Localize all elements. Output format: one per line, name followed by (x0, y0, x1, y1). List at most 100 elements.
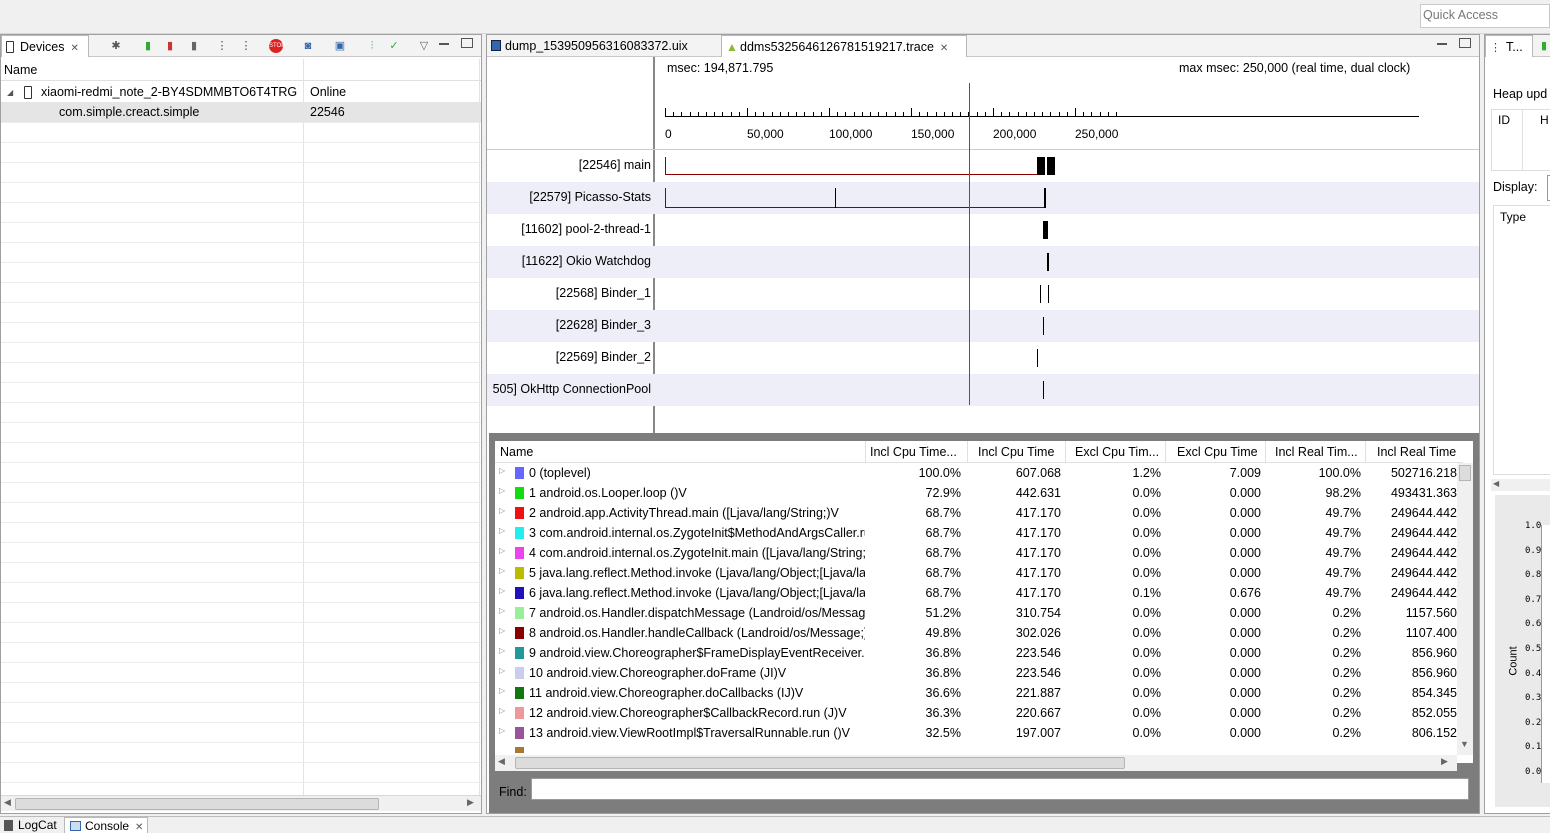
time-cursor[interactable] (969, 83, 970, 405)
scrollbar-thumb[interactable] (515, 757, 1125, 769)
column-id[interactable]: ID (1498, 113, 1510, 127)
tab-console[interactable]: Console ✕ (64, 817, 149, 833)
expand-arrow-icon[interactable]: ▷ (499, 526, 505, 535)
heap-icon[interactable]: ▮ (1537, 39, 1550, 53)
stop-icon[interactable]: STOP (269, 39, 285, 53)
profile-row[interactable]: ▷ 7 android.os.Handler.dispatchMessage (L… (495, 603, 1457, 623)
profile-row[interactable]: ▷ 3 com.android.internal.os.ZygoteInit$Me… (495, 523, 1457, 543)
scroll-left-icon[interactable]: ◀ (4, 797, 11, 808)
column-excl-cpu[interactable]: Excl Cpu Time (1177, 445, 1258, 459)
dump-hprof-icon[interactable]: ▮ (163, 39, 177, 53)
method-profiling-icon[interactable]: ⋮ (239, 39, 253, 53)
profile-row[interactable]: ▷ 0 (toplevel) 100.0% 607.068 1.2% 7.009 100.0… (495, 463, 1457, 483)
profile-row[interactable]: ▷ 6 java.lang.reflect.Method.invoke (Ljav… (495, 583, 1457, 603)
close-icon[interactable]: ✕ (940, 43, 948, 54)
column-name[interactable]: Name (500, 445, 533, 459)
thread-row[interactable]: [22568] Binder_1 (487, 278, 1479, 310)
profile-row[interactable]: ▷ 5 java.lang.reflect.Method.invoke (Ljav… (495, 563, 1457, 583)
expand-arrow-icon[interactable]: ▷ (499, 646, 505, 655)
method-block[interactable] (835, 188, 836, 208)
expand-arrow-icon[interactable]: ▷ (499, 706, 505, 715)
column-incl-real[interactable]: Incl Real Time (1377, 445, 1456, 459)
method-block[interactable] (1037, 349, 1038, 367)
profile-row[interactable]: ▷ 4 com.android.internal.os.ZygoteInit.ma… (495, 543, 1457, 563)
method-block[interactable] (1043, 381, 1044, 399)
debug-icon[interactable]: ✱ (109, 39, 123, 53)
thread-row[interactable]: [11622] Okio Watchdog (487, 246, 1479, 278)
profile-row[interactable]: ▷ 1 android.os.Looper.loop ()V 72.9% 442.63… (495, 483, 1457, 503)
expand-arrow-icon[interactable]: ▷ (499, 566, 505, 575)
minimize-icon[interactable] (1437, 43, 1447, 45)
profile-row[interactable]: ▷ 12 android.view.Choreographer$CallbackR… (495, 703, 1457, 723)
close-icon[interactable]: ✕ (135, 822, 143, 833)
profile-hscrollbar[interactable]: ◀ ▶ (495, 755, 1457, 771)
find-input[interactable] (531, 778, 1469, 800)
maximize-icon[interactable] (461, 38, 473, 48)
profile-vscrollbar[interactable]: ▼ (1457, 463, 1473, 755)
expand-arrow-icon[interactable]: ▷ (499, 726, 505, 735)
trace-check-icon[interactable]: ✓ (387, 39, 401, 53)
profile-row[interactable]: ▷ 13 android.view.ViewRootImpl$TraversalR… (495, 723, 1457, 743)
scroll-right-icon[interactable]: ▶ (1441, 756, 1448, 767)
scroll-down-icon[interactable]: ▼ (1460, 739, 1469, 749)
expand-arrow-icon[interactable]: ▷ (499, 586, 505, 595)
profile-row[interactable]: ▷ 8 android.os.Handler.handleCallback (La… (495, 623, 1457, 643)
profile-row[interactable]: ▷ 11 android.view.Choreographer.doCallbac… (495, 683, 1457, 703)
method-block[interactable] (1047, 253, 1049, 271)
right-hscrollbar[interactable]: ◀ (1491, 479, 1550, 491)
minimize-icon[interactable] (439, 43, 449, 45)
maximize-icon[interactable] (1459, 38, 1471, 48)
start-tracing-icon[interactable]: ⫶ (365, 39, 379, 53)
thread-row[interactable]: [11602] pool-2-thread-1 (487, 214, 1479, 246)
close-icon[interactable]: ✕ (70, 43, 78, 54)
thread-row[interactable]: [22628] Binder_3 (487, 310, 1479, 342)
tab-devices[interactable]: Devices ✕ (1, 35, 89, 57)
tab-logcat[interactable]: LogCat (0, 817, 61, 833)
column-h[interactable]: H (1540, 113, 1549, 127)
quick-access-input[interactable]: Quick Access (1420, 4, 1550, 28)
expand-arrow-icon[interactable]: ▷ (499, 686, 505, 695)
column-name[interactable]: Name (4, 63, 37, 77)
scroll-left-icon[interactable]: ◀ (498, 756, 505, 767)
screen-capture-icon[interactable]: ◙ (301, 39, 315, 53)
thread-row[interactable]: [22579] Picasso-Stats (487, 182, 1479, 214)
column-excl-cpu-pct[interactable]: Excl Cpu Tim... (1075, 445, 1159, 459)
update-threads-icon[interactable]: ⋮ (215, 39, 229, 53)
column-incl-cpu-pct[interactable]: Incl Cpu Time... (870, 445, 957, 459)
thread-row[interactable]: 505] OkHttp ConnectionPool (487, 374, 1479, 406)
profile-row[interactable]: ▷ 10 android.view.Choreographer.doFrame (… (495, 663, 1457, 683)
expand-arrow-icon[interactable]: ▷ (499, 466, 505, 475)
expand-arrow-icon[interactable]: ▷ (499, 626, 505, 635)
method-block[interactable] (1043, 317, 1044, 335)
tab-trace[interactable]: ▲ ddms5325646126781519217.trace ✕ (721, 35, 967, 57)
device-row[interactable]: ◢ xiaomi-redmi_note_2-BY4SDMMBTO6T4TRG O… (1, 82, 481, 102)
method-block[interactable] (1048, 285, 1049, 303)
thread-row[interactable]: [22546] main (487, 150, 1479, 182)
method-block[interactable] (1043, 221, 1048, 239)
profile-row[interactable]: ▷ 9 android.view.Choreographer$FrameDispl… (495, 643, 1457, 663)
method-block[interactable] (1044, 188, 1046, 208)
scrollbar-thumb[interactable] (1459, 465, 1471, 481)
gc-icon[interactable]: ▮ (187, 39, 201, 53)
method-block[interactable] (1040, 285, 1041, 303)
thread-row[interactable]: [22569] Binder_2 (487, 342, 1479, 374)
expand-arrow-icon[interactable]: ▷ (499, 546, 505, 555)
tab-uix-dump[interactable]: dump_153950956316083372.uix (487, 35, 719, 57)
process-row[interactable]: com.simple.creact.simple 22546 (1, 102, 481, 122)
systrace-icon[interactable]: ▣ (333, 39, 347, 53)
column-type[interactable]: Type (1500, 210, 1526, 224)
expand-arrow-icon[interactable]: ◢ (7, 88, 13, 97)
expand-arrow-icon[interactable]: ▷ (499, 506, 505, 515)
expand-arrow-icon[interactable]: ▷ (499, 666, 505, 675)
expand-arrow-icon[interactable]: ▷ (499, 486, 505, 495)
update-heap-icon[interactable]: ▮ (141, 39, 155, 53)
profile-row[interactable]: ▷ 2 android.app.ActivityThread.main ([Lja… (495, 503, 1457, 523)
view-menu-icon[interactable]: ▽ (417, 39, 431, 53)
devices-hscrollbar[interactable]: ◀ ▶ (1, 795, 481, 811)
expand-arrow-icon[interactable]: ▷ (499, 606, 505, 615)
column-incl-real-pct[interactable]: Incl Real Tim... (1275, 445, 1358, 459)
column-incl-cpu[interactable]: Incl Cpu Time (978, 445, 1054, 459)
tab-threads[interactable]: ⋮ T... (1485, 35, 1533, 57)
scroll-right-icon[interactable]: ▶ (467, 797, 474, 808)
scrollbar-thumb[interactable] (15, 798, 379, 810)
